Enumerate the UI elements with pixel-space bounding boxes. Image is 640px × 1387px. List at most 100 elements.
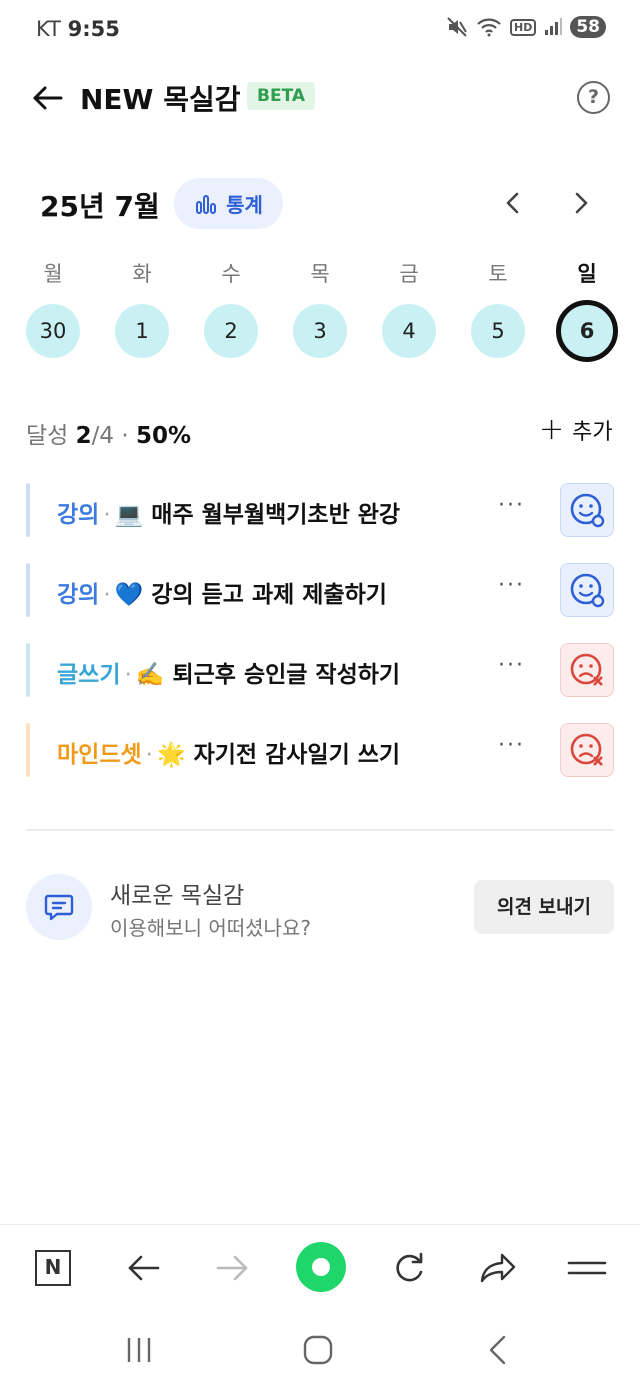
back-arrow-icon[interactable] [30, 80, 66, 116]
status-icons: HD 58 [446, 16, 606, 38]
task-emoji: 💻 [114, 502, 144, 528]
day-circle[interactable]: 3 [293, 304, 347, 358]
task-category: 글쓰기 [57, 662, 121, 688]
plus-icon: + [539, 412, 565, 447]
system-nav-bar [0, 1310, 640, 1387]
weekday-fri: 금 [399, 262, 419, 286]
weekday-mon: 월 [43, 262, 63, 286]
category-bar [26, 483, 30, 537]
task-emoji: ✍️ [135, 662, 165, 688]
hd-icon: HD [509, 18, 537, 36]
task-row[interactable]: 강의 · 💻 매주 월부월백기초반 완강 ··· [26, 483, 616, 537]
separator-dot: · [145, 742, 153, 768]
fail-face-icon[interactable] [560, 643, 614, 697]
task-category: 강의 [57, 502, 100, 528]
day-circle[interactable]: 4 [382, 304, 436, 358]
task-line: 강의 · 💙 강의 듣고 과제 제출하기 [57, 575, 387, 609]
green-dot-button[interactable] [296, 1242, 346, 1292]
stats-button[interactable]: 통계 [174, 178, 283, 229]
green-dot-icon [312, 1258, 330, 1276]
task-text: 매주 월부월백기초반 완강 [151, 502, 401, 528]
more-options-icon[interactable]: ··· [498, 653, 525, 678]
weekday-wed: 수 [221, 262, 241, 286]
task-category: 마인드셋 [57, 742, 142, 768]
day-circle[interactable]: 1 [115, 304, 169, 358]
success-face-icon[interactable] [560, 563, 614, 617]
category-bar [26, 643, 30, 697]
page-title: NEW 목실감 [80, 83, 241, 116]
clock-time: 9:55 [67, 17, 120, 41]
help-icon[interactable]: ? [577, 81, 610, 114]
achievement-summary: 달성 2/4 · 50% [26, 416, 191, 450]
achievement-done: 2 [75, 423, 92, 449]
task-category: 강의 [57, 582, 100, 608]
send-feedback-button[interactable]: 의견 보내기 [474, 880, 614, 934]
task-text: 자기전 감사일기 쓰기 [193, 742, 401, 768]
naver-n-icon: N [35, 1250, 71, 1286]
weekday-tue: 화 [132, 262, 152, 286]
fail-face-icon[interactable] [560, 723, 614, 777]
more-options-icon[interactable]: ··· [498, 493, 525, 518]
browser-toolbar: N [0, 1224, 640, 1310]
reload-icon [396, 1252, 423, 1282]
feedback-title: 새로운 목실감 [110, 883, 245, 909]
status-bar: KT 9:55 HD 58 [0, 0, 640, 60]
more-options-icon[interactable]: ··· [498, 573, 525, 598]
separator-dot: · [103, 582, 111, 608]
day-circle[interactable]: 5 [471, 304, 525, 358]
task-row[interactable]: 마인드셋 · 🌟 자기전 감사일기 쓰기 ··· [26, 723, 616, 777]
weekday-thu: 목 [310, 262, 330, 286]
arrow-right-icon [216, 1255, 248, 1281]
bar-chart-icon [196, 194, 217, 214]
separator-dot: · [124, 662, 132, 688]
achievement-label: 달성 [26, 423, 69, 449]
task-text: 퇴근후 승인글 작성하기 [172, 662, 401, 688]
app-header: NEW 목실감 BETA ? [0, 70, 640, 126]
naver-home-button[interactable]: N [30, 1245, 76, 1291]
category-bar [26, 563, 30, 617]
task-row[interactable]: 글쓰기 · ✍️ 퇴근후 승인글 작성하기 ··· [26, 643, 616, 697]
feedback-chat-icon [26, 874, 92, 940]
success-face-icon[interactable] [560, 483, 614, 537]
menu-button[interactable] [564, 1245, 610, 1291]
battery-indicator: 58 [570, 16, 606, 38]
task-line: 마인드셋 · 🌟 자기전 감사일기 쓰기 [57, 735, 400, 769]
more-options-icon[interactable]: ··· [498, 733, 525, 758]
day-circle[interactable]: 30 [26, 304, 80, 358]
weekday-sat: 토 [488, 262, 508, 286]
home-icon[interactable] [302, 1334, 334, 1366]
task-emoji: 🌟 [156, 742, 186, 768]
separator-dot: · [103, 502, 111, 528]
add-task-button[interactable]: + 추가 [539, 414, 613, 446]
task-line: 글쓰기 · ✍️ 퇴근후 승인글 작성하기 [57, 655, 400, 689]
divider [26, 829, 614, 831]
share-button[interactable] [475, 1245, 521, 1291]
signal-icon [545, 18, 563, 35]
day-circle-selected[interactable]: 6 [556, 300, 618, 362]
recent-apps-icon[interactable] [124, 1336, 154, 1364]
system-back-icon[interactable] [484, 1334, 512, 1366]
browser-back-button[interactable] [121, 1245, 167, 1291]
achievement-separator: · [121, 423, 129, 449]
beta-badge: BETA [247, 82, 316, 110]
task-emoji: 💙 [114, 582, 144, 608]
achievement-total: /4 [91, 423, 115, 449]
reload-button[interactable] [386, 1245, 432, 1291]
category-bar [26, 723, 30, 777]
carrier-label: KT [36, 17, 61, 41]
mute-icon [447, 17, 467, 37]
achievement-percent: 50% [135, 423, 192, 449]
wifi-icon [477, 18, 501, 37]
task-text: 강의 듣고 과제 제출하기 [151, 582, 387, 608]
add-label: 추가 [572, 420, 613, 445]
menu-icon [567, 1261, 607, 1275]
arrow-left-icon [128, 1255, 160, 1281]
task-line: 강의 · 💻 매주 월부월백기초반 완강 [57, 495, 400, 529]
month-label: 25년 7월 [40, 190, 160, 223]
next-week-icon[interactable] [565, 186, 597, 220]
browser-forward-button[interactable] [209, 1245, 255, 1291]
task-row[interactable]: 강의 · 💙 강의 듣고 과제 제출하기 ··· [26, 563, 616, 617]
day-circle[interactable]: 2 [204, 304, 258, 358]
prev-week-icon[interactable] [497, 186, 529, 220]
feedback-subtitle: 이용해보니 어떠셨나요? [110, 916, 311, 940]
